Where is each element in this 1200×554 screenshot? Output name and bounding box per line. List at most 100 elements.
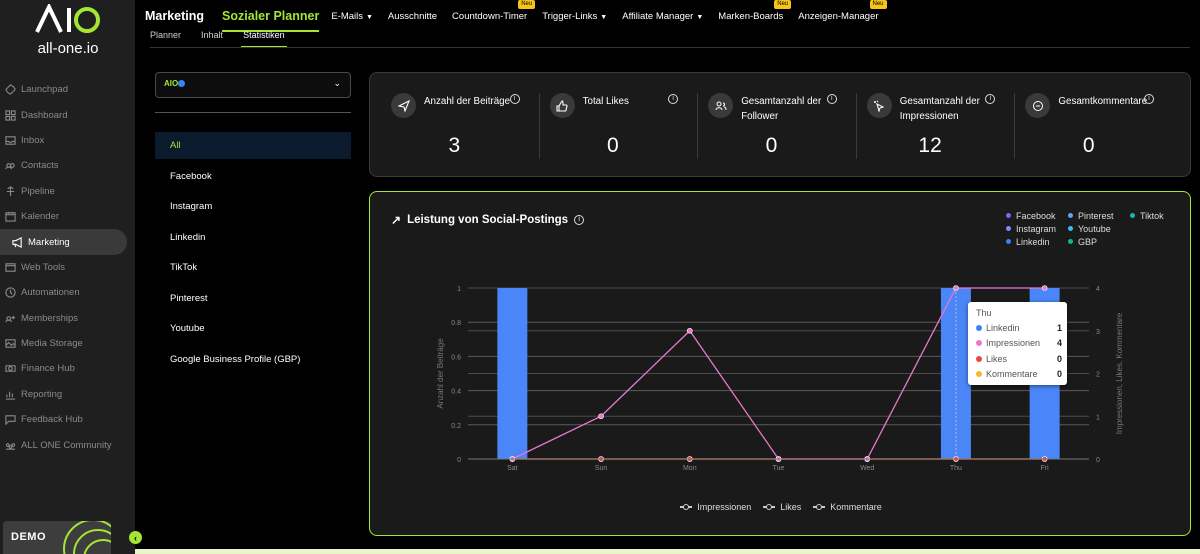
media-icon xyxy=(4,338,16,350)
sidebar-item-marketing[interactable]: Marketing xyxy=(0,229,127,255)
sidebar-item-automationen[interactable]: Automationen xyxy=(0,280,135,305)
topnav-item-affiliate-manager[interactable]: Affiliate Manager ▼ xyxy=(622,11,703,22)
tooltip-row: Likes 0 xyxy=(976,354,1062,364)
sidebar-item-dashboard[interactable]: Dashboard xyxy=(0,102,135,127)
logo-graphic xyxy=(35,2,100,33)
filter-youtube[interactable]: Youtube xyxy=(155,315,351,346)
filter-facebook[interactable]: Facebook xyxy=(155,163,351,194)
y2-tick-label: 0 xyxy=(1096,457,1100,464)
filter-all[interactable]: All xyxy=(155,132,351,159)
tooltip-value: 0 xyxy=(1056,353,1062,364)
y2-tick-label: 1 xyxy=(1096,414,1100,421)
sidebar-item-memberships[interactable]: Memberships xyxy=(0,306,135,331)
sidebar-item-label: Automationen xyxy=(21,287,80,299)
tooltip-dot xyxy=(976,355,982,362)
legend-item-likes[interactable]: Likes xyxy=(763,502,801,512)
x-tick-label: Sat xyxy=(507,465,518,472)
finance-icon xyxy=(4,363,16,375)
x-tick-label: Sun xyxy=(595,465,608,472)
sidebar-item-reporting[interactable]: Reporting xyxy=(0,382,135,407)
topnav-item-ausschnitte[interactable]: Ausschnitte xyxy=(388,11,437,22)
tooltip-dot xyxy=(976,370,982,377)
automation-icon xyxy=(4,287,16,299)
collapse-sidebar-button[interactable]: ‹ xyxy=(129,531,142,544)
sidebar-nav: Launchpad Dashboard Inbox Contacts Pipeline K… xyxy=(0,77,135,458)
sidebar-item-web-tools[interactable]: Web Tools xyxy=(0,255,135,280)
sidebar-item-label: Web Tools xyxy=(21,261,66,273)
filter-google-business-profile-gbp-[interactable]: Google Business Profile (GBP) xyxy=(155,346,351,377)
filter-instagram[interactable]: Instagram xyxy=(155,193,351,224)
sidebar-item-inbox[interactable]: Inbox xyxy=(0,128,135,153)
logo-text: all-one.io xyxy=(37,40,99,57)
tooltip-value: 0 xyxy=(1056,368,1062,379)
comment-icon xyxy=(1025,93,1051,118)
stat-thumbs-up: Total Likes i 0 xyxy=(529,73,688,178)
y-tick-label: 1 xyxy=(457,286,461,293)
pointer-icon xyxy=(866,93,892,118)
stat-value: 0 xyxy=(607,134,619,157)
new-badge: Neu xyxy=(774,0,792,9)
tab-planner[interactable]: Planner xyxy=(150,30,181,44)
sidebar-item-kalender[interactable]: Kalender xyxy=(0,204,135,229)
contacts-icon xyxy=(4,160,16,172)
sidebar: all-one.io Launchpad Dashboard Inbox Contac… xyxy=(0,0,135,554)
sidebar-item-launchpad[interactable]: Launchpad xyxy=(0,77,135,102)
divider xyxy=(155,112,351,113)
demo-badge[interactable]: DEMO xyxy=(3,521,111,554)
data-point xyxy=(598,413,604,420)
sidebar-item-feedback-hub[interactable]: Feedback Hub xyxy=(0,407,135,432)
data-point xyxy=(1041,285,1048,291)
filter-tiktok[interactable]: TikTok xyxy=(155,254,351,285)
app-logo[interactable]: all-one.io xyxy=(28,2,108,57)
tooltip-title: Thu xyxy=(976,308,992,318)
info-icon[interactable]: i xyxy=(826,94,837,104)
sidebar-item-label: Kalender xyxy=(21,211,60,223)
topnav-item-label: Affiliate Manager xyxy=(622,10,694,22)
sidebar-item-contacts[interactable]: Contacts xyxy=(0,153,135,178)
module-tab-social-planner[interactable]: Sozialer Planner xyxy=(222,0,320,32)
topnav-item-e-mails[interactable]: E-Mails ▼ xyxy=(331,11,373,22)
account-dot xyxy=(178,80,186,87)
users-icon xyxy=(708,93,734,118)
sidebar-item-pipeline[interactable]: Pipeline xyxy=(0,179,135,204)
info-icon[interactable]: i xyxy=(509,94,520,104)
divider xyxy=(697,93,699,159)
tooltip-label: Kommentare xyxy=(986,368,1038,379)
y2-tick-label: 3 xyxy=(1096,329,1100,336)
info-icon[interactable]: i xyxy=(1143,94,1154,104)
filter-linkedin[interactable]: Linkedin xyxy=(155,224,351,255)
legend-item-kommentare[interactable]: Kommentare xyxy=(813,502,882,512)
stat-value: 12 xyxy=(918,134,942,157)
tab-inhalt[interactable]: Inhalt xyxy=(201,30,223,44)
divider xyxy=(538,93,540,159)
chevron-down-icon: ⌄ xyxy=(333,78,341,88)
tooltip-label: Impressionen xyxy=(986,338,1041,349)
feedback-icon xyxy=(4,414,16,426)
sidebar-item-label: Finance Hub xyxy=(21,363,75,375)
topnav-item-anzeigen-manager[interactable]: Anzeigen-Manager Neu xyxy=(798,0,887,22)
tooltip-row: Impressionen 4 xyxy=(976,338,1062,348)
sidebar-item-finance-hub[interactable]: Finance Hub xyxy=(0,356,135,381)
rocket-icon xyxy=(4,84,16,96)
y2-tick-label: 4 xyxy=(1096,286,1100,293)
legend-label: Kommentare xyxy=(830,502,882,512)
x-tick-label: Tue xyxy=(773,465,785,472)
platform-filters: All Facebook Instagram Linkedin TikTok Pinter… xyxy=(155,132,351,376)
chevron-down-icon: ▼ xyxy=(600,13,608,21)
sub-tabs: Planner Inhalt Statistiken xyxy=(150,30,305,48)
topnav-item-trigger-links[interactable]: Trigger-Links ▼ xyxy=(542,11,607,22)
topnav-item-marken-boards[interactable]: Marken-Boards Neu xyxy=(718,0,792,22)
tooltip-label: Linkedin xyxy=(986,323,1020,333)
sidebar-item-media-storage[interactable]: Media Storage xyxy=(0,331,135,356)
account-select[interactable]: AIO ⌄ xyxy=(155,72,351,98)
filter-pinterest[interactable]: Pinterest xyxy=(155,285,351,316)
topnav-item-countdown-timer[interactable]: Countdown-Timer Neu xyxy=(452,0,536,22)
tab-statistiken[interactable]: Statistiken xyxy=(241,30,287,48)
data-point xyxy=(953,285,959,291)
tooltip-dot xyxy=(976,340,982,347)
chevron-down-icon: ▼ xyxy=(696,13,704,21)
sidebar-item-label: Pipeline xyxy=(21,185,55,197)
legend-item-impressionen[interactable]: Impressionen xyxy=(680,502,751,512)
sidebar-item-all-one-community[interactable]: ALL ONE Community xyxy=(0,432,135,457)
top-nav-items: E-Mails ▼ Ausschnitte Countdown-Timer Neu Tri… xyxy=(319,0,887,22)
